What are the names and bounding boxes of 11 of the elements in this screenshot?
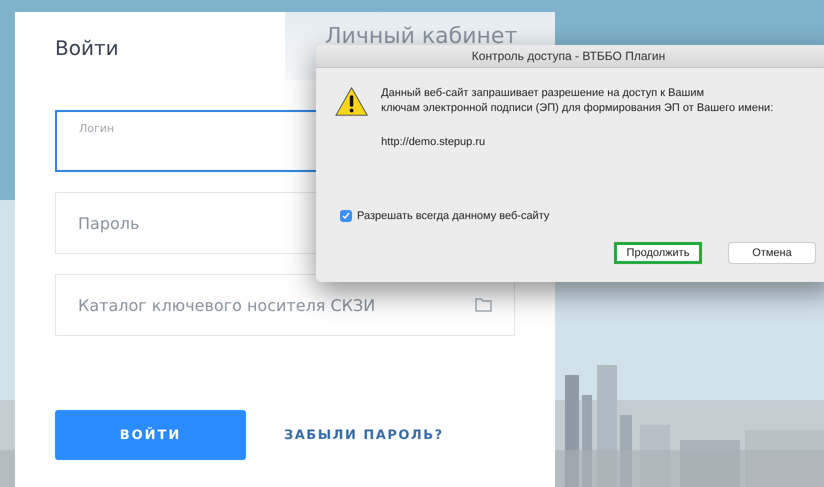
message-text: Данный веб-сайт запрашивает разрешение на доступ к Вашим bbox=[381, 86, 706, 101]
tab[interactable]: Войти bbox=[15, 12, 285, 80]
site-url: http://demo.stepup.ru bbox=[381, 135, 486, 150]
folder-icon[interactable] bbox=[475, 298, 492, 312]
login-button[interactable]: ВОЙТИ bbox=[55, 410, 246, 460]
dialog-title: Контроль доступа - ВТББО Плагин bbox=[316, 45, 824, 68]
warning-icon bbox=[335, 86, 368, 117]
dialog-button[interactable]: Отмена bbox=[728, 242, 816, 264]
forgot-password-link[interactable]: ЗАБЫЛИ ПАРОЛЬ? bbox=[284, 428, 444, 442]
dialog-button[interactable]: Продолжить bbox=[614, 242, 702, 264]
checkbox[interactable] bbox=[340, 210, 352, 222]
